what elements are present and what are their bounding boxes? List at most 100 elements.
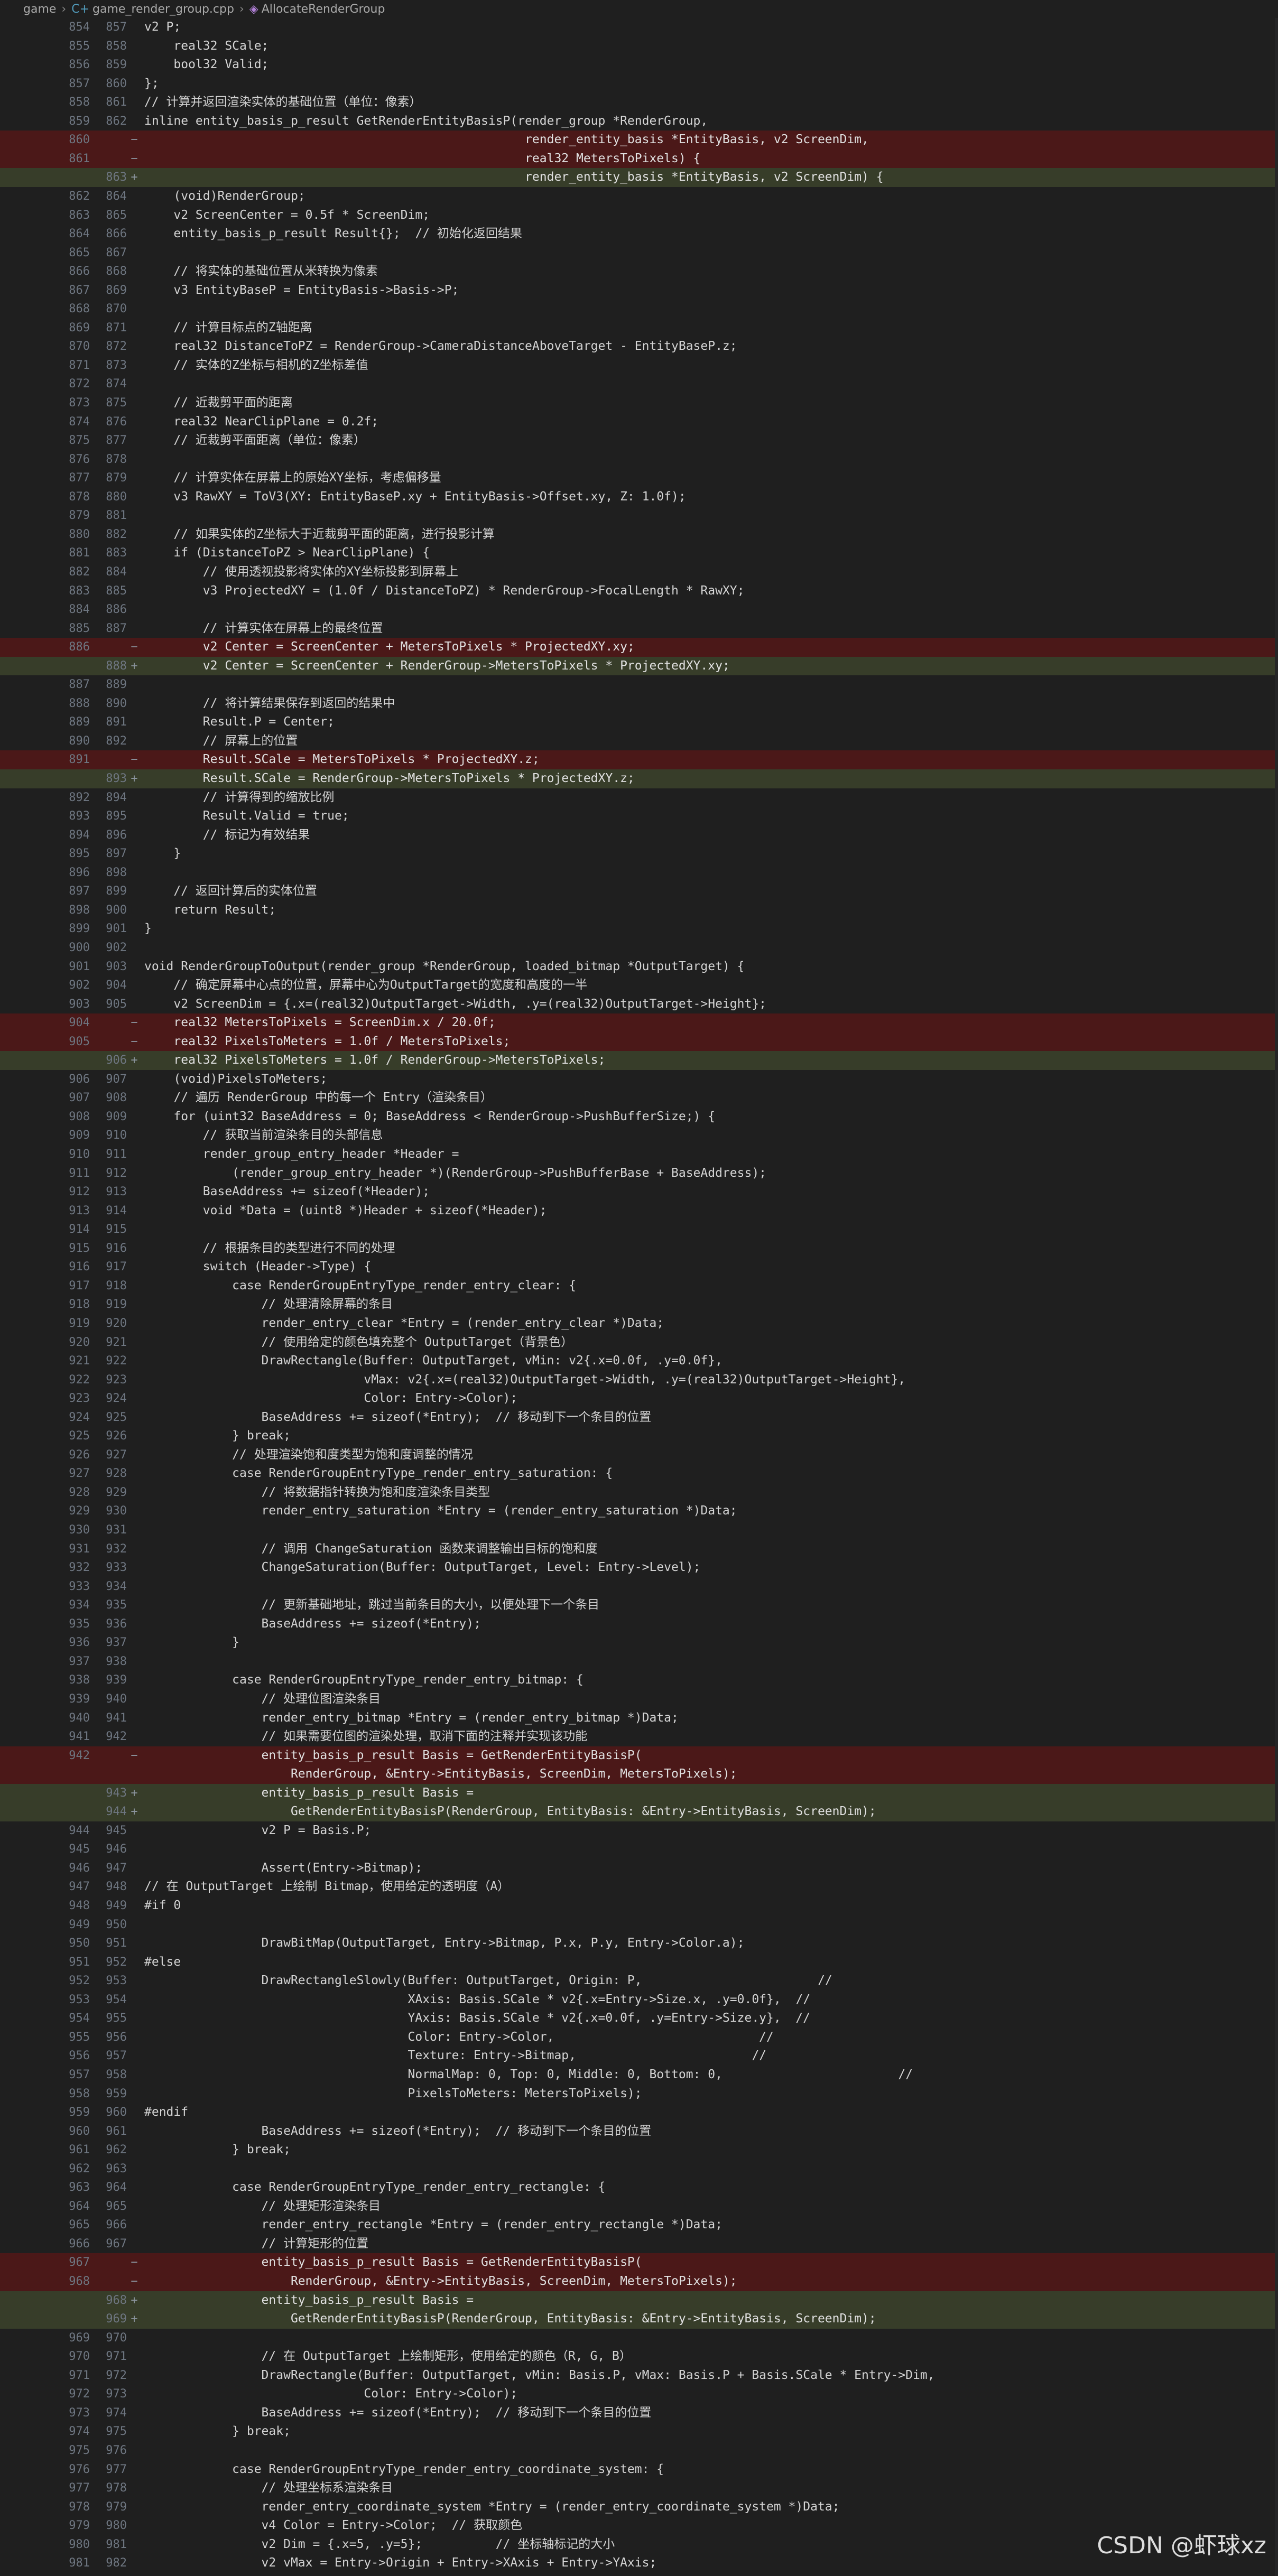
code-line[interactable]: 952 953 DrawRectangleSlowly(Buffer: Outpu… (0, 1971, 1278, 1991)
diff-line-deleted[interactable]: 968 − RenderGroup, &Entry->EntityBasis, S… (0, 2272, 1278, 2291)
code-line[interactable]: 900 902 (0, 938, 1278, 957)
code-line[interactable]: 927 928 case RenderGroupEntryType_render_… (0, 1464, 1278, 1483)
code-line[interactable]: 867 869 v3 EntityBaseP = EntityBasis->Bas… (0, 281, 1278, 300)
code-line[interactable]: 976 977 case RenderGroupEntryType_render_… (0, 2460, 1278, 2479)
code-line[interactable]: 981 982 v2 vMax = Entry->Origin + Entry->… (0, 2554, 1278, 2573)
code-line[interactable]: 920 921 // 使用给定的颜色填充整个 OutputTarget（背景色） (0, 1333, 1278, 1352)
code-line[interactable]: 878 880 v3 RawXY = ToV3(XY: EntityBaseP.x… (0, 488, 1278, 507)
code-line[interactable]: 962 963 (0, 2160, 1278, 2179)
diff-line-deleted[interactable]: 860 − render_entity_basis *EntityBasis, v… (0, 131, 1278, 150)
diff-line-added[interactable]: 969 + GetRenderEntityBasisP(RenderGroup, … (0, 2310, 1278, 2329)
code-line[interactable]: 930 931 (0, 1521, 1278, 1540)
code-line[interactable]: 972 973 Color: Entry->Color); (0, 2385, 1278, 2404)
code-line[interactable]: 924 925 BaseAddress += sizeof(*Entry); //… (0, 1408, 1278, 1427)
code-line[interactable]: 897 899 // 返回计算后的实体位置 (0, 882, 1278, 901)
code-line[interactable]: 885 887 // 计算实体在屏幕上的最终位置 (0, 619, 1278, 638)
code-line[interactable]: 978 979 render_entry_coordinate_system *E… (0, 2498, 1278, 2517)
diff-line-deleted[interactable]: 967 − entity_basis_p_result Basis = GetRe… (0, 2253, 1278, 2272)
code-line[interactable]: 915 916 // 根据条目的类型进行不同的处理 (0, 1239, 1278, 1258)
diff-line-added[interactable]: 943 + entity_basis_p_result Basis = (0, 1783, 1278, 1803)
code-line[interactable]: 958 959 PixelsToMeters: MetersToPixels); (0, 2085, 1278, 2104)
code-line[interactable]: 872 874 (0, 375, 1278, 394)
code-line[interactable]: 961 962 } break; (0, 2141, 1278, 2160)
code-line[interactable]: 971 972 DrawRectangle(Buffer: OutputTarge… (0, 2366, 1278, 2385)
code-line[interactable]: 939 940 // 处理位图渲染条目 (0, 1690, 1278, 1709)
code-line[interactable]: 854 857 v2 P; (0, 18, 1278, 37)
code-line[interactable]: 901 903 void RenderGroupToOutput(render_gr… (0, 957, 1278, 977)
code-line[interactable]: 866 868 // 将实体的基础位置从米转换为像素 (0, 262, 1278, 281)
code-line[interactable]: 959 960 #endif (0, 2103, 1278, 2122)
code-line[interactable]: 902 904 // 确定屏幕中心点的位置，屏幕中心为OutputTarget的宽… (0, 976, 1278, 995)
code-line[interactable]: 969 970 (0, 2329, 1278, 2348)
diff-line-deleted[interactable]: 886 − v2 Center = ScreenCenter + MetersTo… (0, 638, 1278, 657)
code-line[interactable]: 947 948 // 在 OutputTarget 上绘制 Bitmap，使用给定的… (0, 1877, 1278, 1896)
code-line[interactable]: 899 901} (0, 919, 1278, 938)
code-line[interactable]: 911 912 (render_group_entry_header *)(Ren… (0, 1164, 1278, 1183)
code-line[interactable]: 880 882 // 如果实体的Z坐标大于近裁剪平面的距离，进行投影计算 (0, 525, 1278, 544)
code-line[interactable]: 960 961 BaseAddress += sizeof(*Entry); //… (0, 2122, 1278, 2141)
code-line[interactable]: 979 980 v4 Color = Entry->Color; // 获取颜色 (0, 2516, 1278, 2535)
code-line[interactable]: 863 865 v2 ScreenCenter = 0.5f * ScreenDi… (0, 206, 1278, 225)
code-line[interactable]: 855 858 real32 SCale; (0, 37, 1278, 56)
code-line[interactable]: 948 949 #if 0 (0, 1896, 1278, 1915)
code-line[interactable]: 935 936 BaseAddress += sizeof(*Entry); (0, 1615, 1278, 1634)
diff-editor[interactable]: 854 857 v2 P; 855 858 real32 SCale; 856 859 bo… (0, 18, 1278, 2576)
code-line[interactable]: 937 938 (0, 1652, 1278, 1671)
code-line[interactable]: 938 939 case RenderGroupEntryType_render_… (0, 1671, 1278, 1690)
code-line[interactable]: 936 937 } (0, 1633, 1278, 1652)
code-line[interactable]: 890 892 // 屏幕上的位置 (0, 732, 1278, 751)
code-line[interactable]: 856 859 bool32 Valid; (0, 55, 1278, 75)
diff-line-added[interactable]: 944 + GetRenderEntityBasisP(RenderGroup, … (0, 1802, 1278, 1821)
code-line[interactable]: 932 933 ChangeSaturation(Buffer: OutputTa… (0, 1558, 1278, 1577)
diff-line-deleted[interactable]: 904 − real32 MetersToPixels = ScreenDim.x… (0, 1013, 1278, 1033)
code-line[interactable]: 896 898 (0, 863, 1278, 882)
diff-line-deleted[interactable]: 891 − Result.SCale = MetersToPixels * Pro… (0, 750, 1278, 769)
code-line[interactable]: 980 981 v2 Dim = {.x=5, .y=5}; // 坐标轴标记的大… (0, 2535, 1278, 2554)
code-line[interactable]: 934 935 // 更新基础地址，跳过当前条目的大小，以便处理下一个条目 (0, 1596, 1278, 1615)
code-line[interactable]: 907 908 // 遍历 RenderGroup 中的每一个 Entry（渲染条… (0, 1089, 1278, 1108)
code-line[interactable]: 916 917 switch (Header->Type) { (0, 1258, 1278, 1277)
code-line[interactable]: 868 870 (0, 300, 1278, 319)
code-line[interactable]: 887 889 (0, 675, 1278, 694)
code-line[interactable]: 909 910 // 获取当前渲染条目的头部信息 (0, 1126, 1278, 1145)
code-line[interactable]: 956 957 Texture: Entry->Bitmap, // (0, 2047, 1278, 2066)
code-line[interactable]: 917 918 case RenderGroupEntryType_render_… (0, 1277, 1278, 1296)
code-line[interactable]: 928 929 // 将数据指针转换为饱和度渲染条目类型 (0, 1483, 1278, 1502)
code-line[interactable]: 898 900 return Result; (0, 901, 1278, 920)
code-line[interactable]: 914 915 (0, 1220, 1278, 1239)
code-line[interactable]: 931 932 // 调用 ChangeSaturation 函数来调整输出目标的… (0, 1540, 1278, 1559)
code-line[interactable]: 908 909 for (uint32 BaseAddress = 0; Base… (0, 1108, 1278, 1127)
code-line[interactable]: 864 866 entity_basis_p_result Result{}; /… (0, 225, 1278, 244)
code-line[interactable]: 874 876 real32 NearClipPlane = 0.2f; (0, 413, 1278, 432)
code-line[interactable]: 970 971 // 在 OutputTarget 上绘制矩形，使用给定的颜色（R… (0, 2347, 1278, 2366)
code-line[interactable]: 966 967 // 计算矩形的位置 (0, 2235, 1278, 2254)
diff-line-added[interactable]: 893 + Result.SCale = RenderGroup->MetersT… (0, 769, 1278, 788)
diff-line-added[interactable]: 863 + render_entity_basis *EntityBasis, v… (0, 168, 1278, 187)
code-line[interactable]: 865 867 (0, 244, 1278, 263)
code-line[interactable]: 954 955 YAxis: Basis.SCale * v2{.x=0.0f, … (0, 2009, 1278, 2028)
code-line[interactable]: 963 964 case RenderGroupEntryType_render_… (0, 2178, 1278, 2197)
code-line[interactable]: 919 920 render_entry_clear *Entry = (rend… (0, 1314, 1278, 1333)
code-line[interactable]: 889 891 Result.P = Center; (0, 713, 1278, 732)
code-line[interactable]: 940 941 render_entry_bitmap *Entry = (ren… (0, 1709, 1278, 1728)
code-line[interactable]: 950 951 DrawBitMap(OutputTarget, Entry->B… (0, 1934, 1278, 1953)
code-line[interactable]: 870 872 real32 DistanceToPZ = RenderGroup… (0, 337, 1278, 356)
diff-line-added[interactable]: 906 + real32 PixelsToMeters = 1.0f / Rend… (0, 1051, 1278, 1070)
code-line[interactable]: 875 877 // 近裁剪平面距离（单位：像素） (0, 431, 1278, 450)
code-line[interactable]: 881 883 if (DistanceToPZ > NearClipPlane)… (0, 544, 1278, 563)
code-line[interactable]: 918 919 // 处理清除屏幕的条目 (0, 1295, 1278, 1314)
diff-line-deleted[interactable]: 905 − real32 PixelsToMeters = 1.0f / Mete… (0, 1032, 1278, 1052)
code-line[interactable]: 946 947 Assert(Entry->Bitmap); (0, 1859, 1278, 1878)
code-line[interactable]: 895 897 } (0, 844, 1278, 863)
breadcrumb-file[interactable]: game_render_group.cpp (92, 3, 234, 16)
code-line[interactable]: 977 978 // 处理坐标系渲染条目 (0, 2479, 1278, 2498)
diff-line-added[interactable]: 968 + entity_basis_p_result Basis = (0, 2291, 1278, 2310)
code-line[interactable]: 873 875 // 近裁剪平面的距离 (0, 394, 1278, 413)
code-line[interactable]: 859 862 inline entity_basis_p_result GetRe… (0, 112, 1278, 131)
code-line[interactable]: 912 913 BaseAddress += sizeof(*Header); (0, 1183, 1278, 1202)
code-line[interactable]: 858 861 // 计算并返回渲染实体的基础位置（单位：像素） (0, 93, 1278, 112)
code-line[interactable]: 892 894 // 计算得到的缩放比例 (0, 788, 1278, 807)
code-line[interactable]: 877 879 // 计算实体在屏幕上的原始XY坐标，考虑偏移量 (0, 469, 1278, 488)
code-line[interactable]: 925 926 } break; (0, 1427, 1278, 1446)
code-line[interactable]: 913 914 void *Data = (uint8 *)Header + si… (0, 1202, 1278, 1221)
